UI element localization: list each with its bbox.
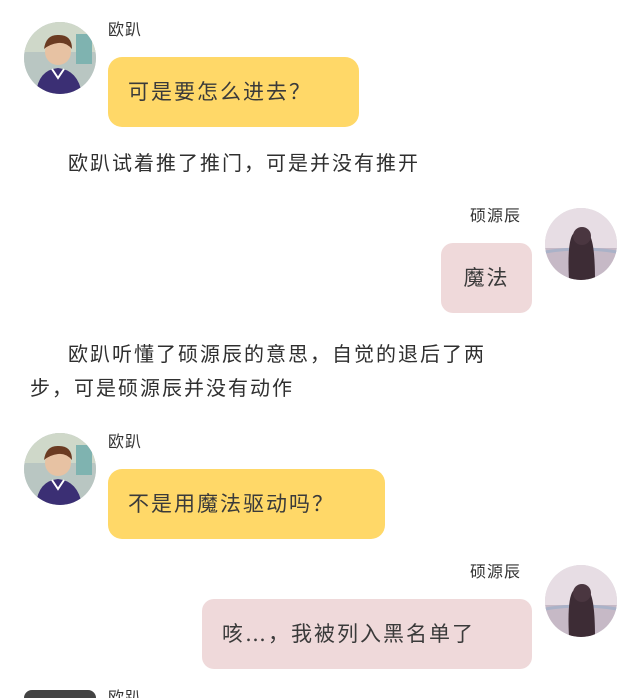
girl-avatar-icon[interactable] [545,565,617,637]
message-bubble[interactable]: 可是要怎么进去？ [108,57,359,127]
boy-avatar-icon[interactable] [24,22,96,94]
message-text: 不是用魔法驱动吗？ [128,492,335,516]
message-text: 魔法 [463,266,510,290]
boy-avatar-icon[interactable] [24,690,96,698]
speaker-name: 欧趴 [108,20,143,39]
message-bubble[interactable]: 魔法 [441,243,532,313]
message-bubble[interactable]: 不是用魔法驱动吗？ [108,469,385,539]
speaker-name: 欧趴 [108,688,143,698]
narration-text: 步，可是硕源辰并没有动作 [30,376,294,400]
message-text: 咳…，我被列入黑名单了 [222,622,475,646]
speaker-name: 欧趴 [108,432,143,451]
narration-text: 欧趴听懂了硕源辰的意思，自觉的退后了两 [68,342,486,366]
speaker-name: 硕源辰 [470,562,522,581]
narration-text: 欧趴试着推了推门，可是并没有推开 [68,151,420,175]
speaker-name: 硕源辰 [470,206,522,225]
girl-avatar-icon[interactable] [545,208,617,280]
message-text: 可是要怎么进去？ [128,80,312,104]
message-bubble[interactable]: 咳…，我被列入黑名单了 [202,599,532,669]
boy-avatar-icon[interactable] [24,433,96,505]
